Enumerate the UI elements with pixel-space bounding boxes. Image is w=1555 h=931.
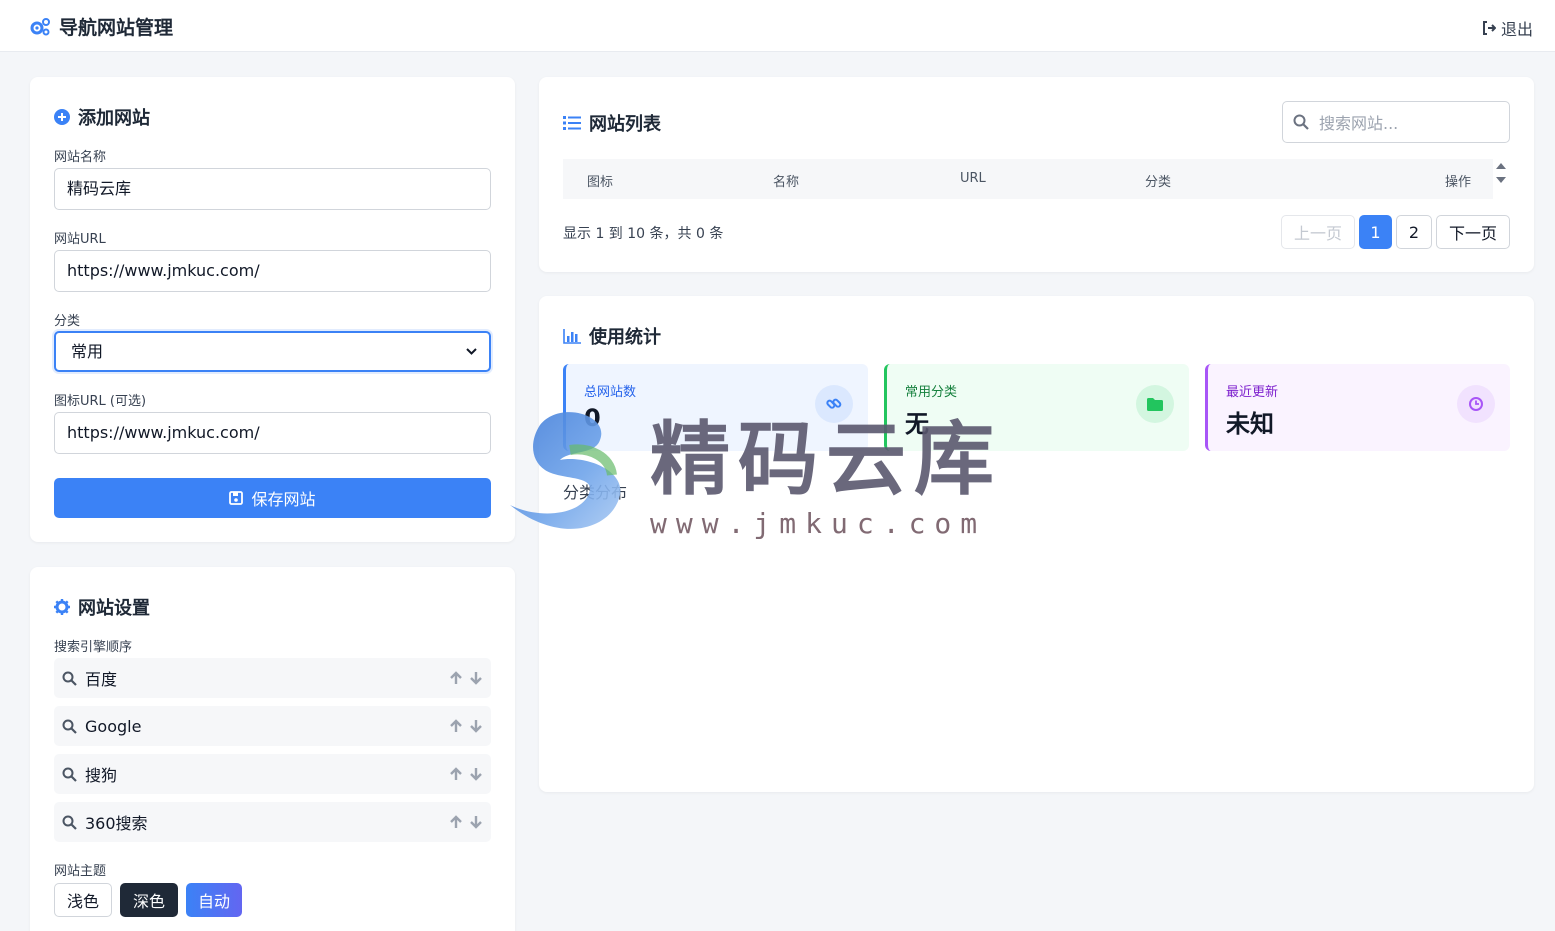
site-list-card: 网站列表 搜索网站... 图标 名称 URL 分类 操作 显示 1 到 10 条… (539, 77, 1534, 272)
table-header: 图标 名称 URL 分类 操作 (563, 159, 1493, 199)
theme-auto-button[interactable]: 自动 (186, 883, 242, 917)
theme-light-button[interactable]: 浅色 (54, 883, 112, 917)
engine-name: 百度 (85, 670, 118, 689)
engine-row[interactable]: Google (54, 706, 491, 746)
arrow-down-icon[interactable] (469, 815, 483, 829)
category-label: 分类 (54, 314, 81, 329)
link-icon (815, 385, 853, 423)
stat-value: 无 (905, 410, 929, 438)
pagination-info: 显示 1 到 10 条，共 0 条 (563, 226, 724, 242)
sign-out-icon (1482, 21, 1496, 35)
stat-label: 常用分类 (905, 385, 958, 400)
theme-dark-button[interactable]: 深色 (120, 883, 178, 917)
settings-title: 网站设置 (78, 598, 150, 619)
site-name-input[interactable]: 精码云库 (54, 168, 491, 210)
stat-label: 总网站数 (584, 385, 637, 400)
arrow-up-icon[interactable] (449, 671, 463, 685)
page-button-1[interactable]: 1 (1359, 215, 1392, 249)
stat-card-last-updated: 最近更新 未知 (1205, 364, 1510, 451)
icon-url-input[interactable]: https://www.jmkuc.com/ (54, 412, 491, 454)
stats-card: 使用统计 总网站数 0 常用分类 无 最近更新 未知 分类分布 (539, 296, 1534, 792)
engine-name: 360搜索 (85, 814, 148, 833)
search-icon (62, 671, 77, 686)
top-bar: 导航网站管理 退出 (0, 0, 1555, 52)
arrow-up-icon[interactable] (449, 719, 463, 733)
engine-name: 搜狗 (85, 766, 118, 785)
theme-label: 网站主题 (54, 864, 107, 879)
table-scrollbar[interactable] (1496, 163, 1506, 183)
stat-label: 最近更新 (1226, 385, 1279, 400)
gear-icon (54, 599, 70, 615)
engine-row[interactable]: 百度 (54, 658, 491, 698)
site-search-input[interactable]: 搜索网站... (1282, 101, 1510, 143)
stats-heading: 使用统计 (563, 323, 661, 349)
folder-icon (1136, 385, 1174, 423)
save-icon (229, 491, 244, 505)
arrow-up-icon[interactable] (449, 767, 463, 781)
category-selected-value: 常用 (71, 341, 104, 361)
stat-value: 未知 (1226, 410, 1274, 438)
arrow-down-icon[interactable] (469, 671, 483, 685)
site-list-heading: 网站列表 (563, 110, 661, 136)
stats-title: 使用统计 (589, 327, 661, 348)
stat-value: 0 (584, 404, 601, 432)
stat-card-common-category: 常用分类 无 (884, 364, 1189, 451)
search-icon (62, 767, 77, 782)
search-icon (62, 719, 77, 734)
site-search-placeholder: 搜索网站... (1319, 114, 1399, 133)
scroll-up-icon[interactable] (1496, 163, 1506, 169)
column-header-icon: 图标 (587, 175, 614, 190)
logout-button[interactable]: 退出 (1482, 16, 1533, 40)
column-header-name: 名称 (773, 175, 800, 190)
column-header-category: 分类 (1145, 175, 1172, 190)
arrow-down-icon[interactable] (469, 719, 483, 733)
site-url-label: 网站URL (54, 232, 106, 247)
cogs-icon (30, 17, 50, 35)
category-select[interactable]: 常用 (54, 331, 491, 372)
search-icon (1293, 114, 1309, 130)
site-url-input[interactable]: https://www.jmkuc.com/ (54, 250, 491, 292)
site-name-label: 网站名称 (54, 150, 107, 165)
engine-row[interactable]: 搜狗 (54, 754, 491, 794)
arrow-up-icon[interactable] (449, 815, 463, 829)
bar-chart-icon (563, 328, 581, 344)
scroll-down-icon[interactable] (1496, 177, 1506, 183)
arrow-down-icon[interactable] (469, 767, 483, 781)
add-site-title: 添加网站 (78, 108, 150, 129)
next-page-button[interactable]: 下一页 (1436, 215, 1510, 249)
engine-order-label: 搜索引擎顺序 (54, 640, 133, 655)
engine-name: Google (85, 716, 142, 736)
settings-card: 网站设置 搜索引擎顺序 百度 Google 搜狗 360搜索 网站主题 浅色 深… (30, 567, 515, 931)
column-header-actions: 操作 (1445, 175, 1472, 190)
save-site-label: 保存网站 (251, 490, 316, 509)
prev-page-button[interactable]: 上一页 (1281, 215, 1355, 249)
search-icon (62, 815, 77, 830)
add-site-card: 添加网站 网站名称 精码云库 网站URL https://www.jmkuc.c… (30, 77, 515, 542)
column-header-url: URL (960, 171, 986, 186)
page-title: 导航网站管理 (59, 17, 174, 39)
stat-card-total-sites: 总网站数 0 (563, 364, 868, 451)
add-site-heading: 添加网站 (54, 104, 150, 130)
list-icon (563, 116, 581, 130)
plus-circle-icon (54, 109, 70, 125)
site-list-title: 网站列表 (589, 114, 661, 135)
engine-row[interactable]: 360搜索 (54, 802, 491, 842)
save-site-button[interactable]: 保存网站 (54, 478, 491, 518)
clock-icon (1457, 385, 1495, 423)
logout-label: 退出 (1500, 20, 1533, 39)
icon-url-label: 图标URL (可选) (54, 394, 147, 409)
brand: 导航网站管理 (29, 13, 173, 40)
page-button-2[interactable]: 2 (1396, 215, 1432, 249)
settings-heading: 网站设置 (54, 594, 150, 620)
category-chart-title: 分类分布 (563, 483, 628, 502)
chevron-down-icon (466, 347, 477, 355)
